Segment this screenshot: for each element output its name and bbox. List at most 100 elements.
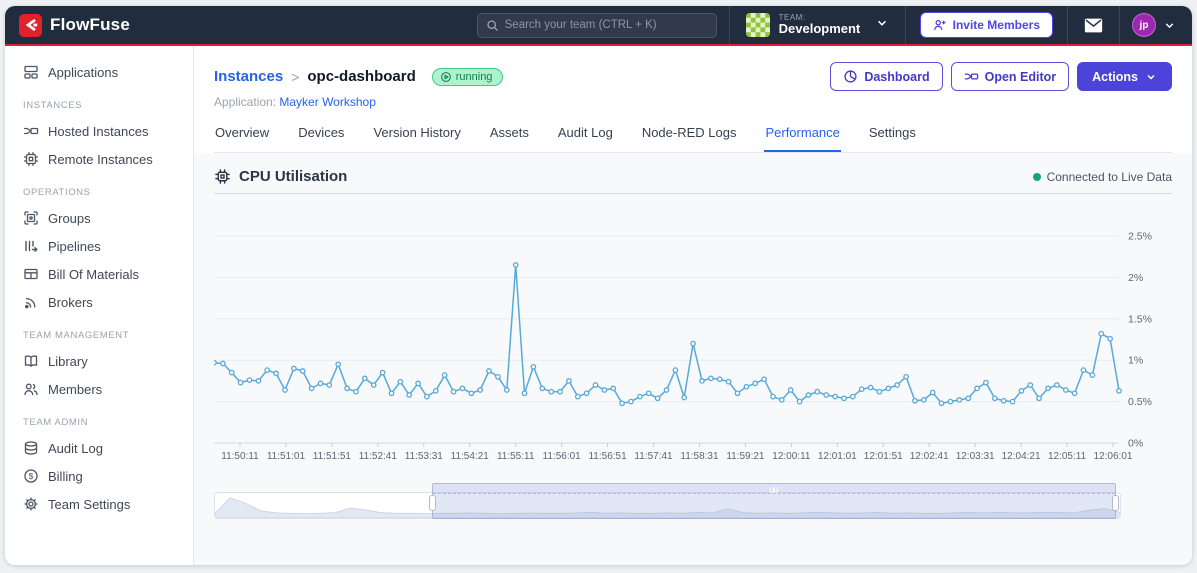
sidebar-item-brokers[interactable]: Brokers — [5, 288, 193, 316]
page-header: Instances > opc-dashboard running Dashbo… — [194, 46, 1192, 153]
dashboard-button[interactable]: Dashboard — [830, 62, 943, 91]
sidebar-item-applications[interactable]: Applications — [5, 58, 193, 86]
team-selector[interactable]: TEAM: Development — [730, 13, 905, 37]
svg-text:11:59:21: 11:59:21 — [726, 451, 765, 462]
actions-button[interactable]: Actions — [1077, 62, 1172, 91]
chart-brush — [214, 483, 1121, 519]
x-axis-labels: 11:50:11 11:51:01 11:51:51 11:52:41 11:53:31… — [221, 443, 1133, 462]
svg-text:11:50:11: 11:50:11 — [221, 451, 259, 462]
gear-icon — [24, 497, 38, 511]
open-editor-button[interactable]: Open Editor — [950, 62, 1070, 91]
sidebar-item-bill-of-materials[interactable]: Bill Of Materials — [5, 260, 193, 288]
svg-text:11:56:51: 11:56:51 — [588, 451, 627, 462]
svg-text:0%: 0% — [1128, 438, 1143, 450]
brush-grip-icon[interactable] — [769, 487, 778, 494]
brush-handle-right[interactable] — [1111, 494, 1119, 511]
sidebar-item-billing[interactable]: $ Billing — [5, 462, 193, 490]
svg-text:12:03:31: 12:03:31 — [956, 451, 995, 462]
user-chevron-down-icon — [1163, 19, 1176, 32]
sidebar-item-remote-instances[interactable]: Remote Instances — [5, 145, 193, 173]
dashboard-button-label: Dashboard — [864, 69, 930, 84]
tab-audit-log[interactable]: Audit Log — [557, 123, 614, 152]
svg-text:11:55:11: 11:55:11 — [497, 451, 535, 462]
svg-text:0.5%: 0.5% — [1128, 396, 1152, 408]
status-badge: running — [431, 67, 504, 86]
gridlines — [214, 235, 1119, 403]
sidebar-item-label: Audit Log — [48, 440, 103, 456]
tab-performance[interactable]: Performance — [764, 123, 841, 152]
brokers-icon — [25, 297, 36, 309]
hosted-instances-icon — [23, 127, 39, 135]
sidebar-item-team-settings[interactable]: Team Settings — [5, 490, 193, 518]
breadcrumb-separator: > — [291, 68, 300, 85]
tab-settings[interactable]: Settings — [868, 123, 917, 152]
sidebar-item-label: Groups — [48, 210, 91, 226]
app-window: FlowFuse TEAM: Development — [5, 6, 1192, 565]
team-meta: TEAM: Development — [779, 13, 861, 37]
groups-icon — [24, 211, 38, 225]
audit-log-icon — [24, 441, 38, 455]
logo-text: FlowFuse — [50, 15, 130, 34]
sidebar-item-library[interactable]: Library — [5, 347, 193, 375]
sidebar-item-pipelines[interactable]: Pipelines — [5, 232, 193, 260]
remote-instances-icon — [23, 151, 39, 167]
sidebar-item-groups[interactable]: Groups — [5, 204, 193, 232]
flowfuse-logo[interactable]: FlowFuse — [5, 13, 144, 37]
flowfuse-logo-icon — [19, 13, 42, 37]
y-axis-labels: 0% 0.5% 1% 1.5% 2% 2.5% — [1128, 231, 1152, 450]
live-status-label: Connected to Live Data — [1046, 169, 1172, 184]
applications-icon — [24, 65, 38, 79]
team-chevron-down-icon — [875, 16, 889, 35]
sidebar-item-hosted-instances[interactable]: Hosted Instances — [5, 117, 193, 145]
svg-text:12:04:21: 12:04:21 — [1002, 451, 1041, 462]
svg-text:11:51:51: 11:51:51 — [313, 451, 352, 462]
cpu-chart-svg[interactable]: 11:50:11 11:51:01 11:51:51 11:52:41 11:53:31… — [211, 200, 1170, 466]
tab-version-history[interactable]: Version History — [372, 123, 461, 152]
svg-text:12:01:01: 12:01:01 — [818, 451, 857, 462]
application-link[interactable]: Mayker Workshop — [279, 95, 375, 109]
data-points — [211, 262, 1122, 407]
performance-panel: CPU Utilisation Connected to Live Data 1… — [194, 153, 1192, 565]
svg-text:12:02:41: 12:02:41 — [910, 451, 949, 462]
pipelines-icon — [25, 240, 38, 252]
play-circle-icon — [440, 71, 451, 82]
open-editor-button-label: Open Editor — [984, 69, 1057, 84]
search-input[interactable] — [504, 19, 708, 31]
tab-node-red-logs[interactable]: Node-RED Logs — [641, 123, 738, 152]
sidebar-item-label: Library — [48, 353, 88, 369]
svg-text:12:01:51: 12:01:51 — [864, 451, 903, 462]
svg-text:11:54:21: 11:54:21 — [451, 451, 490, 462]
brush-selection[interactable] — [428, 483, 1119, 519]
members-icon — [24, 383, 38, 396]
header-actions: Dashboard Open Editor Actions — [830, 62, 1172, 91]
svg-text:11:58:31: 11:58:31 — [680, 451, 719, 462]
library-icon — [24, 355, 38, 367]
bill-of-materials-icon — [24, 268, 38, 280]
search-bar[interactable] — [476, 12, 717, 38]
svg-text:11:56:01: 11:56:01 — [543, 451, 582, 462]
breadcrumb-instances-link[interactable]: Instances — [214, 68, 283, 85]
notifications-button[interactable] — [1068, 18, 1119, 33]
sidebar-item-members[interactable]: Members — [5, 375, 193, 403]
search-icon — [486, 19, 499, 32]
sidebar-section-instances: INSTANCES — [23, 100, 83, 111]
sidebar-item-audit-log[interactable]: Audit Log — [5, 434, 193, 462]
invite-members-button[interactable]: Invite Members — [919, 12, 1053, 38]
breadcrumb: Instances > opc-dashboard running Dashbo… — [214, 62, 1172, 91]
tab-overview[interactable]: Overview — [214, 123, 270, 152]
live-data-status: Connected to Live Data — [1032, 169, 1172, 184]
sidebar-item-label: Billing — [48, 468, 83, 484]
app-body: Applications INSTANCES Hosted Instances … — [5, 46, 1192, 565]
sidebar-item-label: Remote Instances — [48, 151, 153, 167]
brush-handle-left[interactable] — [428, 494, 436, 511]
tab-bar: Overview Devices Version History Assets … — [214, 123, 1172, 153]
tab-devices[interactable]: Devices — [297, 123, 345, 152]
top-navbar: FlowFuse TEAM: Development — [5, 6, 1192, 46]
sidebar: Applications INSTANCES Hosted Instances … — [5, 46, 194, 565]
tab-assets[interactable]: Assets — [489, 123, 530, 152]
user-menu[interactable]: jp — [1120, 13, 1192, 37]
user-avatar: jp — [1132, 13, 1156, 37]
status-text: running — [455, 70, 493, 83]
svg-text:1.5%: 1.5% — [1128, 313, 1152, 325]
sidebar-item-label: Members — [48, 381, 103, 397]
